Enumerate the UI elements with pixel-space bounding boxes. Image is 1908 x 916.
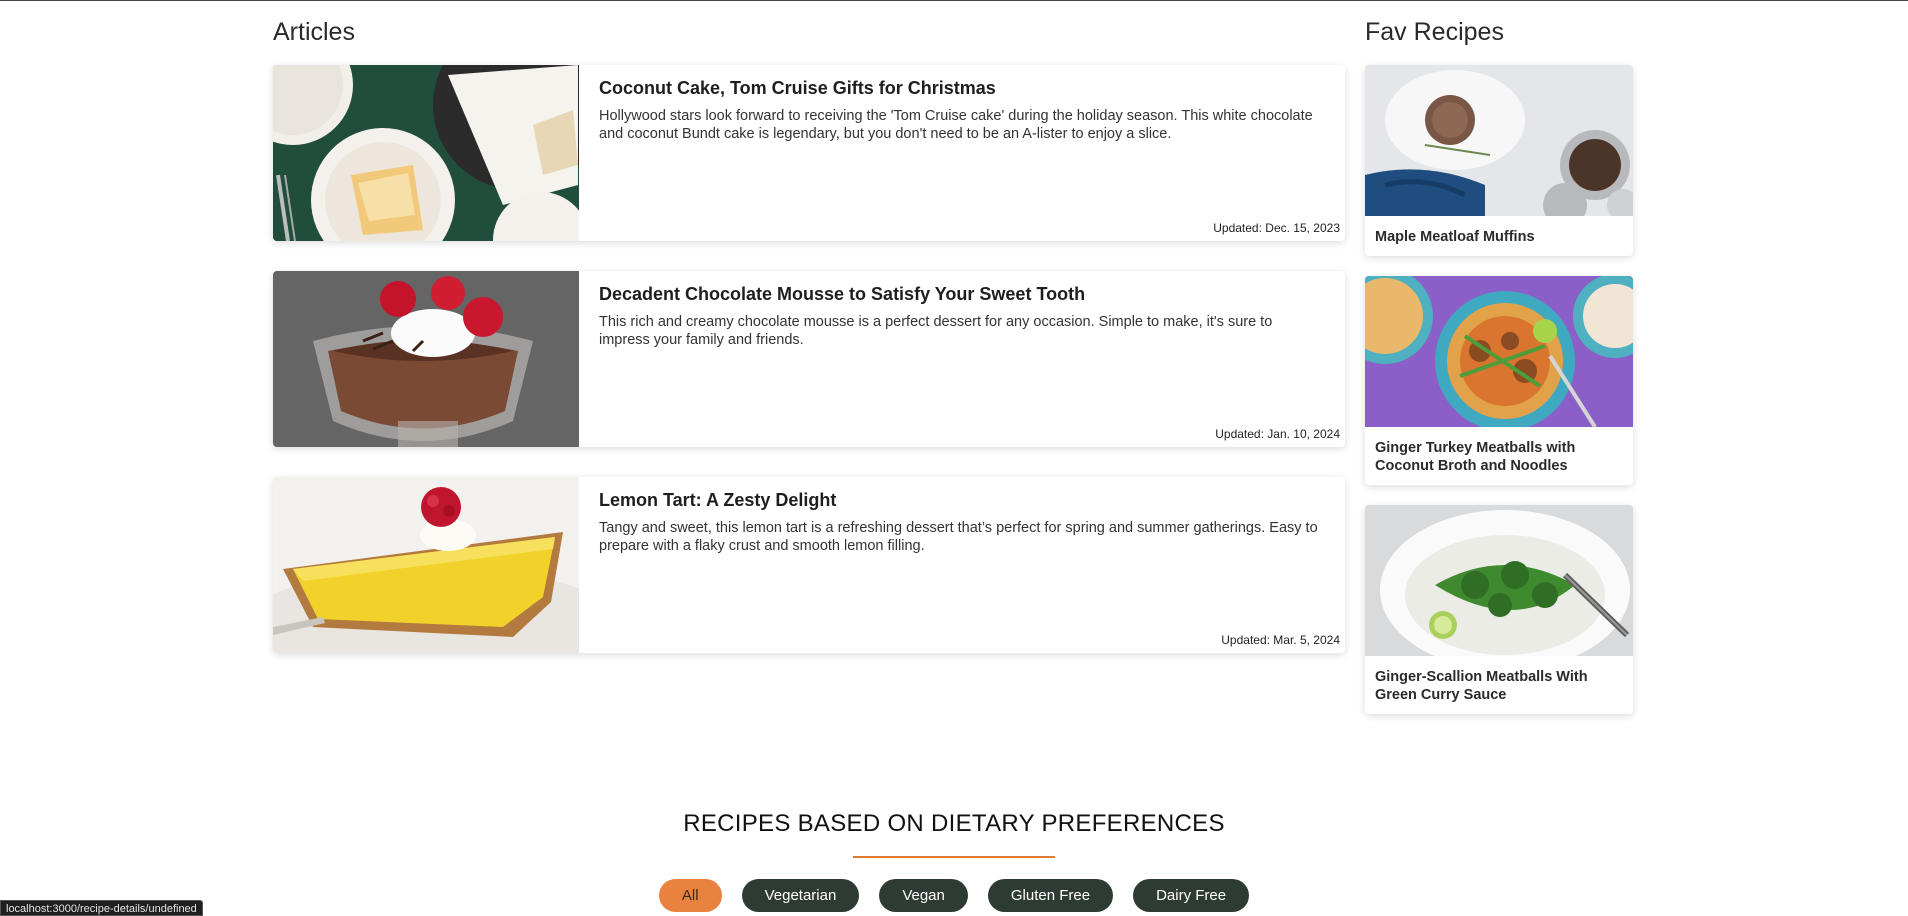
- filter-vegan-button[interactable]: Vegan: [879, 879, 968, 912]
- article-card[interactable]: Coconut Cake, Tom Cruise Gifts for Chris…: [273, 65, 1345, 241]
- fav-recipe-name[interactable]: Maple Meatloaf Muffins: [1365, 216, 1633, 256]
- article-image-lemon-tart[interactable]: [273, 477, 579, 653]
- article-card[interactable]: Lemon Tart: A Zesty Delight Tangy and sw…: [273, 477, 1345, 653]
- fav-recipe-image-scallion-meatballs[interactable]: [1365, 505, 1633, 656]
- fav-recipe-image-meatloaf-muffins[interactable]: [1365, 65, 1633, 216]
- article-updated-date: Updated: Jan. 10, 2024: [1215, 427, 1340, 441]
- article-title[interactable]: Lemon Tart: A Zesty Delight: [599, 488, 1325, 512]
- article-image-chocolate-mousse[interactable]: [273, 271, 579, 447]
- filter-dairy-free-button[interactable]: Dairy Free: [1133, 879, 1250, 912]
- article-updated-date: Updated: Mar. 5, 2024: [1221, 633, 1340, 647]
- article-title[interactable]: Decadent Chocolate Mousse to Satisfy You…: [599, 282, 1325, 306]
- article-body: Decadent Chocolate Mousse to Satisfy You…: [579, 271, 1345, 447]
- filter-all-button[interactable]: All: [658, 879, 722, 912]
- article-description: This rich and creamy chocolate mousse is…: [599, 314, 1273, 348]
- article-body: Coconut Cake, Tom Cruise Gifts for Chris…: [579, 65, 1345, 241]
- fav-recipe-card[interactable]: Maple Meatloaf Muffins: [1365, 65, 1633, 256]
- dietary-filter-row: All Vegetarian Vegan Gluten Free Dairy F…: [0, 879, 1908, 912]
- fav-recipes-heading: Fav Recipes: [1365, 18, 1504, 46]
- fav-recipe-image-turkey-meatballs[interactable]: [1365, 276, 1633, 427]
- article-description: Tangy and sweet, this lemon tart is a re…: [599, 520, 1318, 554]
- fav-recipe-card[interactable]: Ginger Turkey Meatballs with Coconut Bro…: [1365, 276, 1633, 485]
- article-description: Hollywood stars look forward to receivin…: [599, 108, 1313, 142]
- dietary-preferences-section: RECIPES BASED ON DIETARY PREFERENCES All…: [0, 809, 1908, 912]
- article-title[interactable]: Coconut Cake, Tom Cruise Gifts for Chris…: [599, 76, 1325, 100]
- fav-recipes-section: Fav Recipes Maple Meatloaf Muffins Ginge…: [1365, 17, 1633, 734]
- articles-heading: Articles: [273, 18, 355, 46]
- dietary-preferences-heading: RECIPES BASED ON DIETARY PREFERENCES: [683, 810, 1225, 837]
- link-status-bar: localhost:3000/recipe-details/undefined: [0, 900, 203, 916]
- fav-recipe-name[interactable]: Ginger-Scallion Meatballs With Green Cur…: [1365, 656, 1633, 714]
- fav-recipe-card[interactable]: Ginger-Scallion Meatballs With Green Cur…: [1365, 505, 1633, 714]
- article-body: Lemon Tart: A Zesty Delight Tangy and sw…: [579, 477, 1345, 653]
- filter-vegetarian-button[interactable]: Vegetarian: [741, 879, 860, 912]
- article-card[interactable]: Decadent Chocolate Mousse to Satisfy You…: [273, 271, 1345, 447]
- article-updated-date: Updated: Dec. 15, 2023: [1213, 221, 1340, 235]
- heading-underline: [853, 856, 1055, 858]
- articles-section: Articles Coconut Cake, Tom Cruise Gifts …: [273, 17, 1345, 683]
- filter-gluten-free-button[interactable]: Gluten Free: [987, 879, 1114, 912]
- article-image-coconut-cake[interactable]: [273, 65, 579, 241]
- fav-recipe-name[interactable]: Ginger Turkey Meatballs with Coconut Bro…: [1365, 427, 1633, 485]
